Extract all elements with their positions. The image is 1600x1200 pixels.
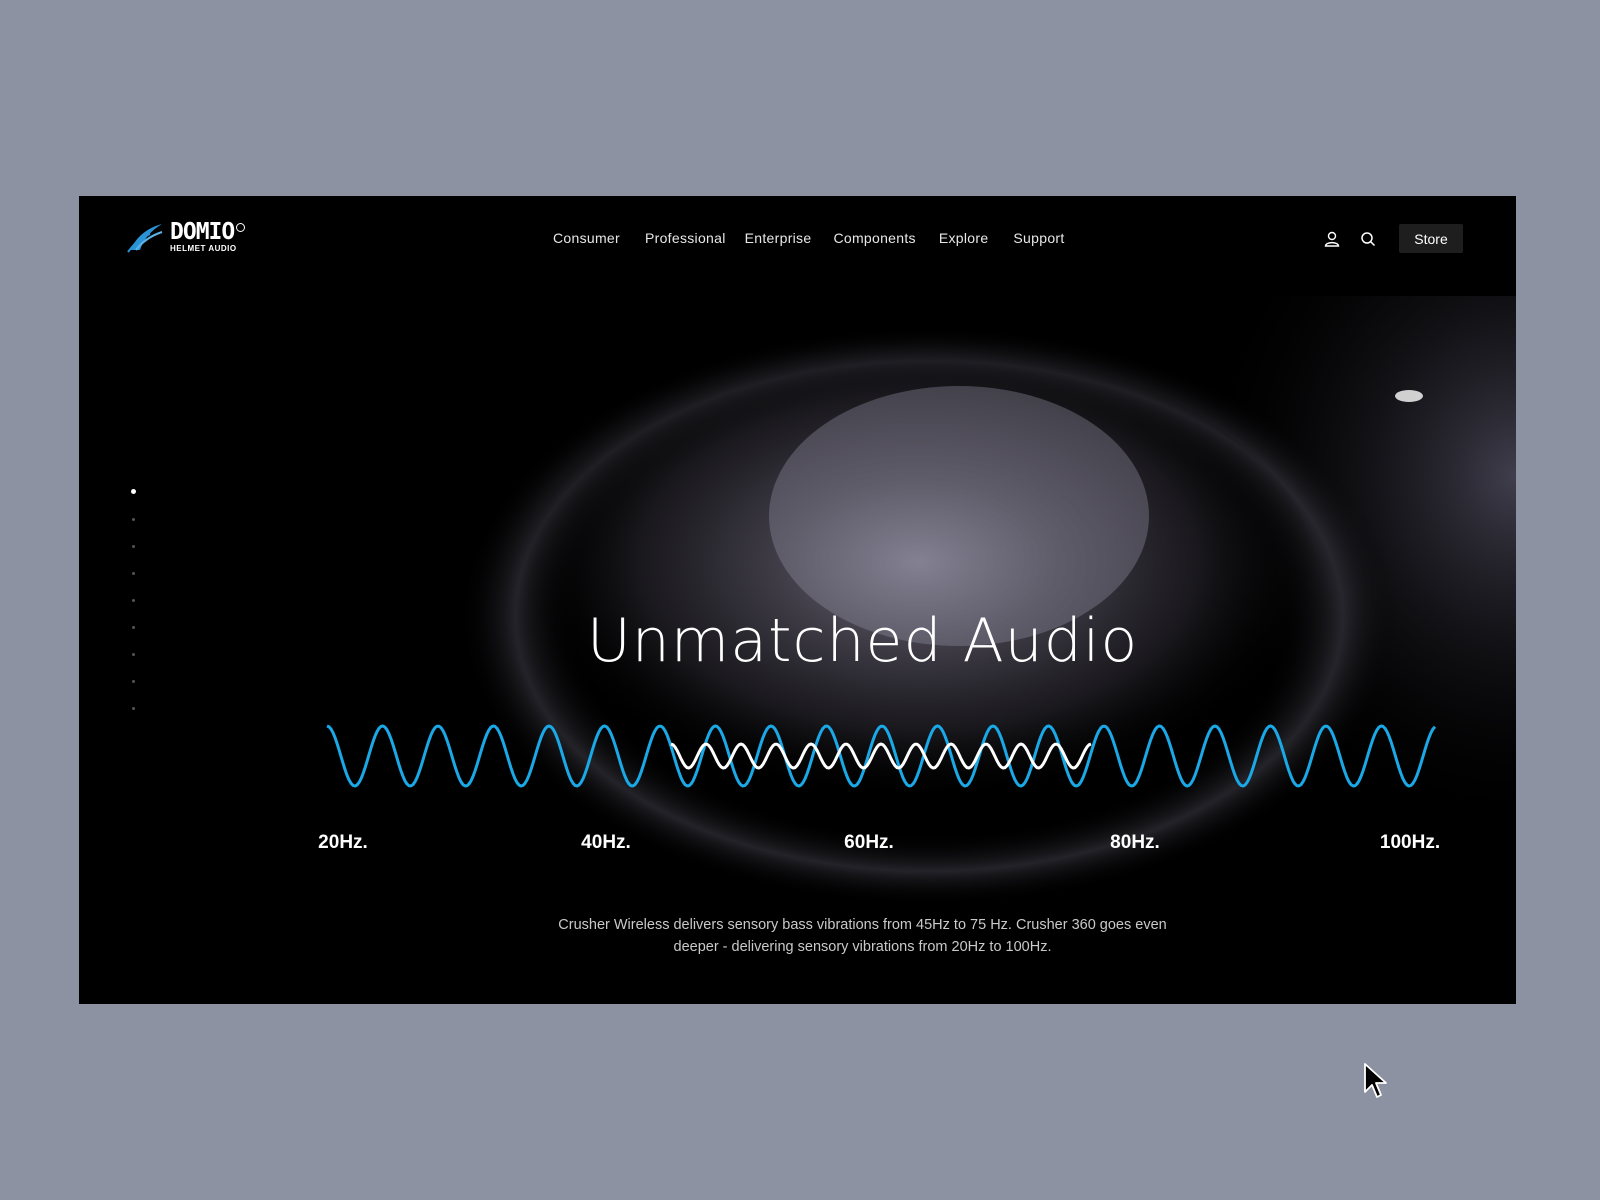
pager-dot[interactable]	[132, 680, 135, 683]
hero-title: Unmatched Audio	[586, 606, 1139, 676]
nav-item-support[interactable]: Support	[1013, 230, 1064, 246]
registered-mark-icon	[236, 223, 246, 232]
nav-item-professional[interactable]: Professional	[645, 230, 726, 246]
pager-dot[interactable]	[132, 599, 135, 602]
pager-dot[interactable]	[132, 518, 135, 521]
pager-dot[interactable]	[132, 545, 135, 548]
pager-dot[interactable]	[131, 489, 136, 494]
description-line-2: deeper - delivering sensory vibrations f…	[673, 939, 1052, 955]
browser-page: DOMIO HELMET AUDIO Consumer Professional…	[79, 196, 1516, 1004]
main-nav: Consumer Professional Enterprise Compone…	[553, 230, 1065, 246]
user-icon[interactable]	[1323, 230, 1341, 248]
store-button[interactable]: Store	[1399, 224, 1463, 253]
header-icons	[1323, 230, 1377, 248]
freq-label-40: 40Hz.	[581, 832, 631, 853]
nav-item-consumer[interactable]: Consumer	[553, 230, 620, 246]
wave-inner	[670, 742, 1092, 770]
pager-dot[interactable]	[132, 572, 135, 575]
speaker-background-image	[79, 196, 1516, 1004]
brand-tagline: HELMET AUDIO	[170, 244, 237, 253]
nav-item-explore[interactable]: Explore	[939, 230, 989, 246]
pager-dot[interactable]	[132, 707, 135, 710]
description-line-1: Crusher Wireless delivers sensory bass v…	[558, 917, 1167, 933]
search-icon[interactable]	[1359, 230, 1377, 248]
nav-item-components[interactable]: Components	[833, 230, 915, 246]
freq-label-20: 20Hz.	[318, 832, 368, 853]
hero-description: Crusher Wireless delivers sensory bass v…	[79, 914, 1516, 958]
top-navigation-bar: DOMIO HELMET AUDIO Consumer Professional…	[79, 196, 1516, 286]
brand-logo[interactable]: DOMIO HELMET AUDIO	[126, 219, 246, 254]
freq-label-60: 60Hz.	[844, 832, 894, 853]
freq-label-100: 100Hz.	[1379, 832, 1441, 853]
nav-item-enterprise[interactable]: Enterprise	[745, 230, 812, 246]
freq-label-80: 80Hz.	[1110, 832, 1160, 853]
wave-outer	[326, 724, 1437, 788]
brand-name: DOMIO	[170, 219, 235, 245]
frequency-wave-graphic	[326, 724, 1437, 788]
hero-title-wrap: Unmatched Audio	[79, 606, 1516, 676]
mouse-pointer-icon	[1364, 1063, 1387, 1098]
wing-logo-icon	[127, 224, 163, 253]
